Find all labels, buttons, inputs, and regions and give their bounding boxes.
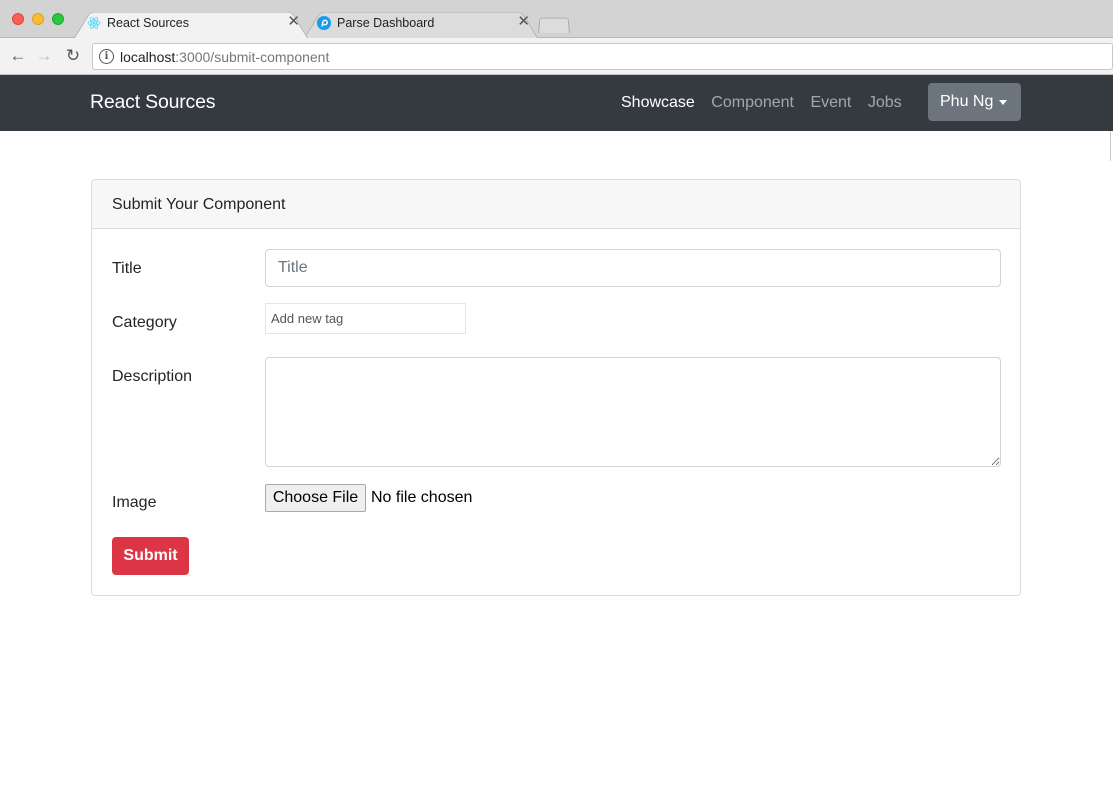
maximize-window-button[interactable] [52,13,64,25]
info-icon[interactable]: i [99,49,114,64]
file-status-text: No file chosen [371,489,473,506]
image-label: Image [112,494,157,511]
minimize-window-button[interactable] [32,13,44,25]
close-tab-icon[interactable]: ✕ [287,13,300,31]
nav-link-component[interactable]: Component [711,94,794,111]
nav-link-showcase[interactable]: Showcase [621,94,695,111]
url-host: localhost [120,49,176,65]
scrollbar-edge [1110,131,1111,161]
tab-title: React Sources [107,16,189,30]
submit-button[interactable]: Submit [112,537,189,575]
site-brand[interactable]: React Sources [90,91,215,114]
back-arrow-icon[interactable]: ← [8,46,28,66]
card-title: Submit Your Component [112,196,286,213]
category-label: Category [112,314,177,331]
nav-link-event[interactable]: Event [810,94,851,111]
close-window-button[interactable] [12,13,24,25]
submit-component-card: Submit Your Component Title Category Des… [91,179,1021,596]
parse-icon [317,16,331,30]
url-text: localhost:3000/submit-component [120,49,329,65]
category-tag-input[interactable] [265,303,466,334]
url-path: :3000/submit-component [175,49,330,65]
user-menu-label: Phu Ng [940,93,994,110]
browser-tab-react-sources[interactable]: React Sources ✕ [74,7,308,38]
nav-link-jobs[interactable]: Jobs [868,94,902,111]
react-icon [87,17,101,29]
caret-down-icon [999,100,1007,105]
address-bar[interactable]: i localhost:3000/submit-component [92,43,1113,70]
description-textarea[interactable] [265,357,1001,467]
browser-tab-bar: Parse Dashboard ✕ React Sources ✕ [0,0,1113,38]
nav-links: Showcase Component Event Jobs [621,94,914,112]
close-tab-icon[interactable]: ✕ [517,13,530,31]
forward-arrow-icon[interactable]: → [34,46,54,66]
site-navbar: React Sources Showcase Component Event J… [0,75,1113,131]
browser-toolbar: ← → ↻ i localhost:3000/submit-component [0,38,1113,75]
reload-icon[interactable]: ↻ [63,46,83,66]
choose-file-button[interactable]: Choose File [265,484,366,512]
new-tab-button[interactable] [538,17,570,33]
card-header: Submit Your Component [92,180,1020,229]
browser-tab-parse-dashboard[interactable]: Parse Dashboard ✕ [304,7,538,38]
title-input[interactable] [265,249,1001,287]
tab-title: Parse Dashboard [337,16,435,30]
description-label: Description [112,368,193,385]
user-menu-button[interactable]: Phu Ng [928,83,1021,121]
title-label: Title [112,260,142,277]
